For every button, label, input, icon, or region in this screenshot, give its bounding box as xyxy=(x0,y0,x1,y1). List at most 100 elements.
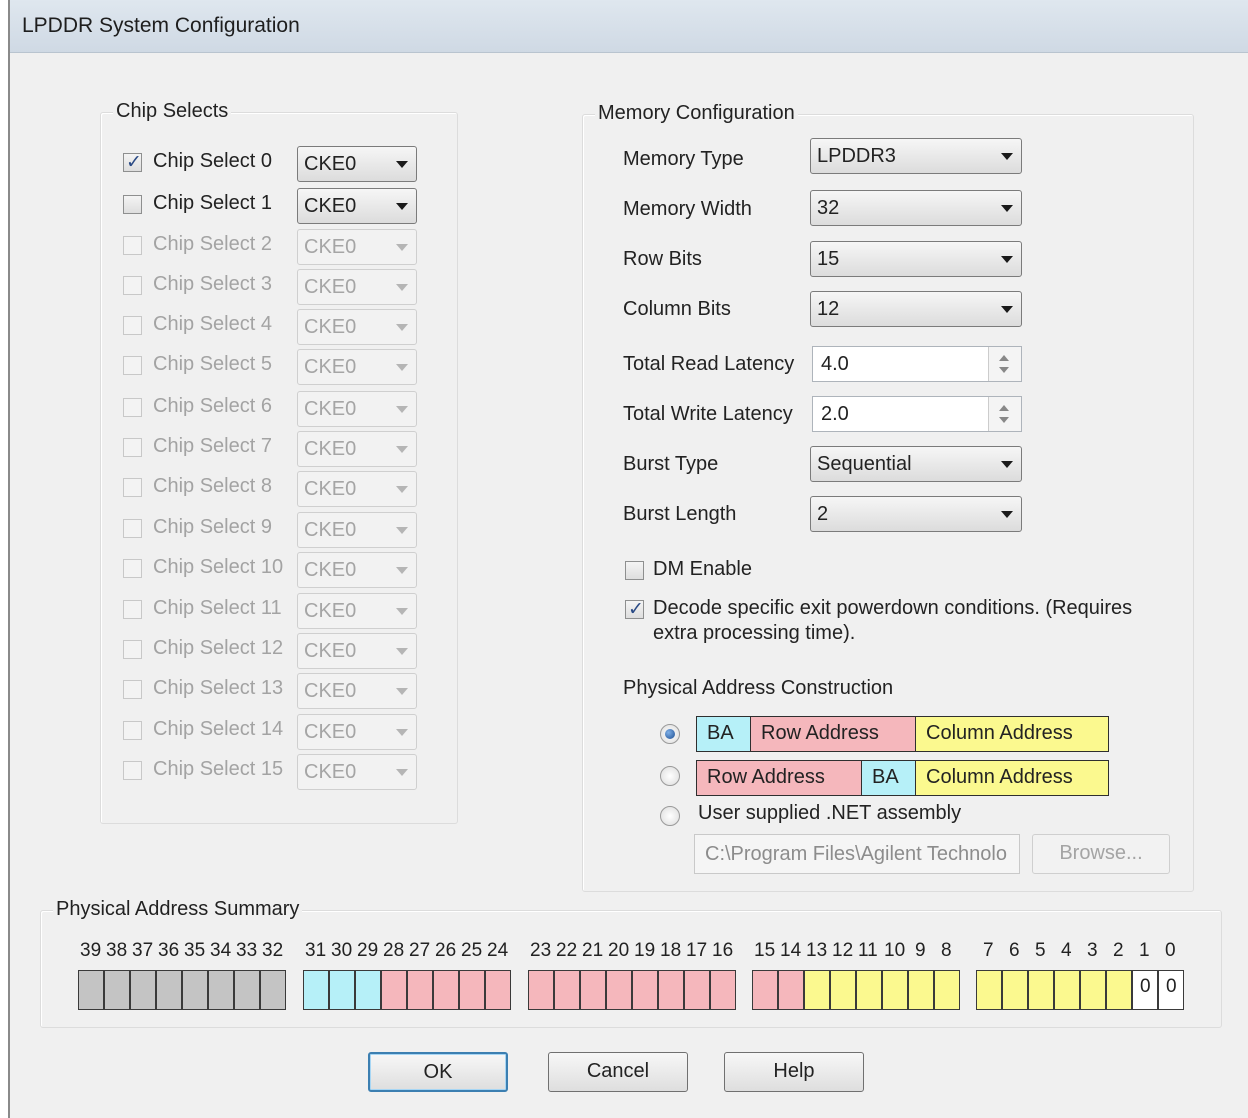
bit-cell xyxy=(182,970,208,1010)
bit-number: 10 xyxy=(884,940,906,961)
column-bits-value: 12 xyxy=(817,298,840,320)
bit-cell xyxy=(104,970,130,1010)
chip-select-11-label: Chip Select 11 xyxy=(153,597,282,619)
bit-cell xyxy=(303,970,329,1010)
bit-number: 5 xyxy=(1035,940,1046,961)
chip-select-2-label: Chip Select 2 xyxy=(153,233,272,255)
chip-selects-title: Chip Selects xyxy=(113,100,232,123)
bit-number: 20 xyxy=(608,940,630,961)
chip-select-8-label: Chip Select 8 xyxy=(153,475,272,497)
bit-cell xyxy=(882,970,908,1010)
memory-width-value: 32 xyxy=(817,197,840,219)
chevron-down-icon xyxy=(396,729,408,736)
bit-cell xyxy=(606,970,632,1010)
burst-length-select[interactable]: 2 xyxy=(810,496,1022,532)
column-bits-select[interactable]: 12 xyxy=(810,291,1022,327)
pac-option1-col: Column Address xyxy=(915,716,1109,752)
browse-button[interactable]: Browse... xyxy=(1032,834,1170,874)
bit-number: 11 xyxy=(858,940,878,961)
arrow-up-icon[interactable] xyxy=(999,405,1009,411)
bit-number: 26 xyxy=(435,940,457,961)
chip-select-7-cke-value: CKE0 xyxy=(304,438,357,460)
chip-select-10-label: Chip Select 10 xyxy=(153,556,284,578)
pac-option1-ba: BA xyxy=(696,716,751,752)
chip-select-9-checkbox xyxy=(123,519,142,538)
chevron-down-icon xyxy=(396,648,408,655)
arrow-up-icon[interactable] xyxy=(999,355,1009,361)
bit-cell xyxy=(208,970,234,1010)
dialog-window: LPDDR System Configuration Chip Selects … xyxy=(8,0,1248,1118)
ok-button[interactable]: OK xyxy=(368,1052,508,1092)
bit-cell xyxy=(407,970,433,1010)
dm-enable-checkbox[interactable] xyxy=(625,561,644,580)
burst-type-select[interactable]: Sequential xyxy=(810,446,1022,482)
bit-cell xyxy=(130,970,156,1010)
chip-select-0-cke-select[interactable]: CKE0 xyxy=(297,146,417,182)
pac-option1-radio[interactable] xyxy=(660,724,680,744)
chevron-down-icon xyxy=(396,364,408,371)
chevron-down-icon xyxy=(396,406,408,413)
assembly-path-value: C:\Program Files\Agilent Technolo xyxy=(705,843,1007,865)
chip-select-7-label: Chip Select 7 xyxy=(153,435,272,457)
chip-select-5-label: Chip Select 5 xyxy=(153,353,272,375)
spinner-buttons[interactable] xyxy=(988,347,1021,381)
bit-cell xyxy=(381,970,407,1010)
bit-cell xyxy=(485,970,511,1010)
bit-cell xyxy=(856,970,882,1010)
chevron-down-icon xyxy=(1001,306,1013,313)
cancel-button[interactable]: Cancel xyxy=(548,1052,688,1092)
chip-select-1-checkbox[interactable] xyxy=(123,195,142,214)
arrow-down-icon[interactable] xyxy=(999,417,1009,423)
pac-option2-ba: BA xyxy=(861,760,916,796)
memory-type-select[interactable]: LPDDR3 xyxy=(810,138,1022,174)
chip-select-3-checkbox xyxy=(123,276,142,295)
chevron-down-icon xyxy=(396,203,408,210)
chip-select-3-label: Chip Select 3 xyxy=(153,273,272,295)
row-bits-select[interactable]: 15 xyxy=(810,241,1022,277)
help-button[interactable]: Help xyxy=(724,1052,864,1092)
checkmark-icon: ✓ xyxy=(126,152,142,173)
arrow-down-icon[interactable] xyxy=(999,367,1009,373)
chip-select-14-cke-value: CKE0 xyxy=(304,721,357,743)
bit-number: 21 xyxy=(582,940,604,961)
spinner-buttons[interactable] xyxy=(988,397,1021,431)
read-latency-spinner[interactable]: 4.0 xyxy=(812,346,1022,382)
pac-option2-radio[interactable] xyxy=(660,766,680,786)
chip-select-10-cke-value: CKE0 xyxy=(304,559,357,581)
chip-select-1-label: Chip Select 1 xyxy=(153,192,272,214)
bit-cell xyxy=(778,970,804,1010)
chip-select-0-cke-value: CKE0 xyxy=(304,153,357,175)
memory-config-title: Memory Configuration xyxy=(595,102,798,125)
decode-exit-checkbox[interactable]: ✓ xyxy=(625,599,644,620)
pac-option3-radio[interactable] xyxy=(660,806,680,826)
bit-cell xyxy=(260,970,286,1010)
chip-select-2-cke-select: CKE0 xyxy=(297,229,417,265)
memory-width-select[interactable]: 32 xyxy=(810,190,1022,226)
bit-cell xyxy=(459,970,485,1010)
chevron-down-icon xyxy=(396,769,408,776)
chip-select-14-checkbox xyxy=(123,721,142,740)
chevron-down-icon xyxy=(396,567,408,574)
bit-cell xyxy=(752,970,778,1010)
bit-cell xyxy=(234,970,260,1010)
bit-number: 9 xyxy=(915,940,926,961)
chip-select-0-checkbox[interactable]: ✓ xyxy=(123,152,142,173)
bit-number: 28 xyxy=(383,940,405,961)
bit-number: 19 xyxy=(634,940,656,961)
write-latency-spinner[interactable]: 2.0 xyxy=(812,396,1022,432)
bit-cell xyxy=(908,970,934,1010)
bit-cell xyxy=(329,970,355,1010)
title-bar[interactable]: LPDDR System Configuration xyxy=(10,0,1248,53)
bit-number: 25 xyxy=(461,940,483,961)
chip-select-9-cke-select: CKE0 xyxy=(297,512,417,548)
bit-number: 2 xyxy=(1113,940,1124,961)
chip-select-1-cke-select[interactable]: CKE0 xyxy=(297,188,417,224)
pac-option2-row: Row Address xyxy=(696,760,862,796)
bit-cell xyxy=(528,970,554,1010)
dm-enable-label: DM Enable xyxy=(653,558,752,580)
address-summary-group: Physical Address Summary xyxy=(40,898,1222,1028)
pac-title: Physical Address Construction xyxy=(623,677,894,699)
assembly-path-field[interactable]: C:\Program Files\Agilent Technolo xyxy=(694,834,1020,874)
bit-number: 18 xyxy=(660,940,682,961)
memory-width-label: Memory Width xyxy=(623,198,752,220)
